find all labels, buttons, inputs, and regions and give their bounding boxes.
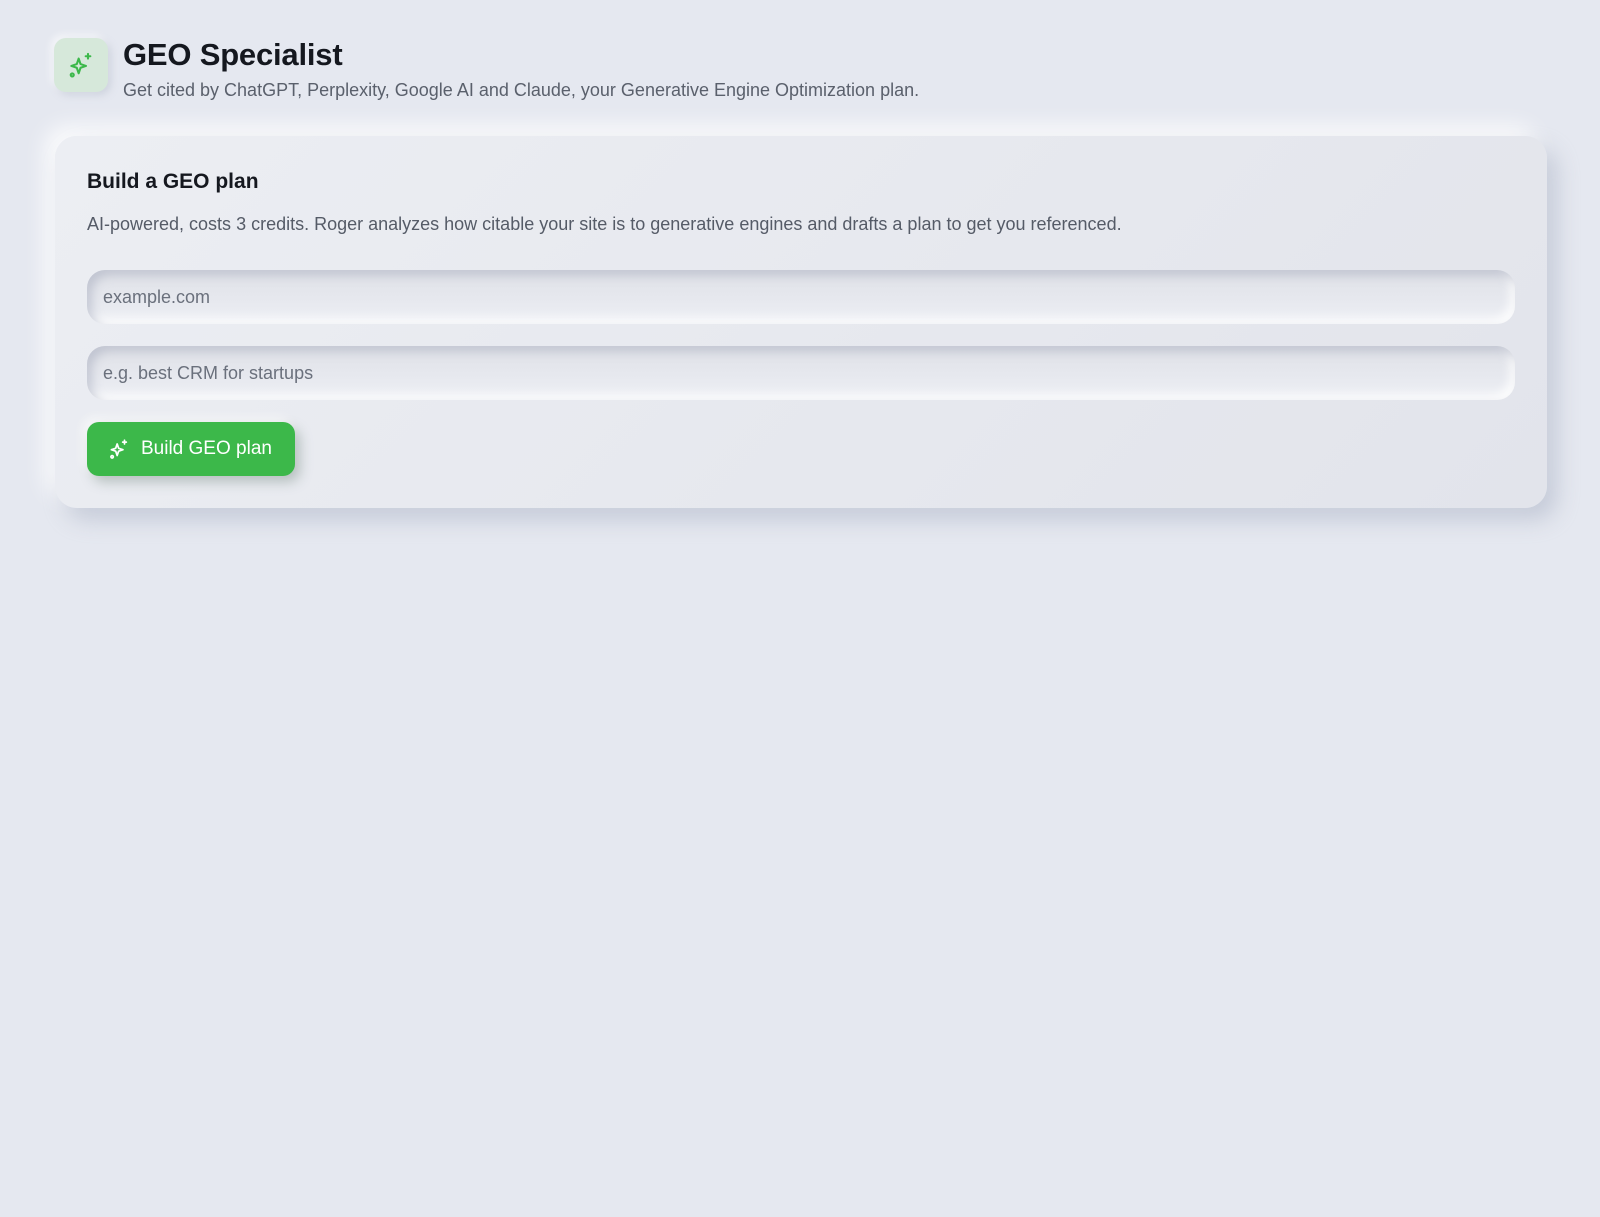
- query-input[interactable]: [87, 346, 1515, 400]
- page-title: GEO Specialist: [123, 37, 343, 72]
- page-header: GEO Specialist Get cited by ChatGPT, Per…: [54, 38, 919, 102]
- build-button-label: Build GEO plan: [141, 438, 272, 459]
- page-subtitle: Get cited by ChatGPT, Perplexity, Google…: [123, 80, 920, 100]
- sparkles-icon: [69, 52, 92, 78]
- card-description: AI-powered, costs 3 credits. Roger analy…: [87, 214, 1122, 234]
- sparkles-icon: [108, 438, 130, 460]
- card-title: Build a GEO plan: [87, 170, 259, 193]
- build-geo-plan-button[interactable]: Build GEO plan: [87, 422, 295, 476]
- app-icon: [54, 38, 108, 92]
- header-text: GEO Specialist Get cited by ChatGPT, Per…: [123, 38, 919, 102]
- geo-plan-card: Build a GEO plan AI-powered, costs 3 cre…: [55, 136, 1547, 508]
- domain-input[interactable]: [87, 270, 1515, 324]
